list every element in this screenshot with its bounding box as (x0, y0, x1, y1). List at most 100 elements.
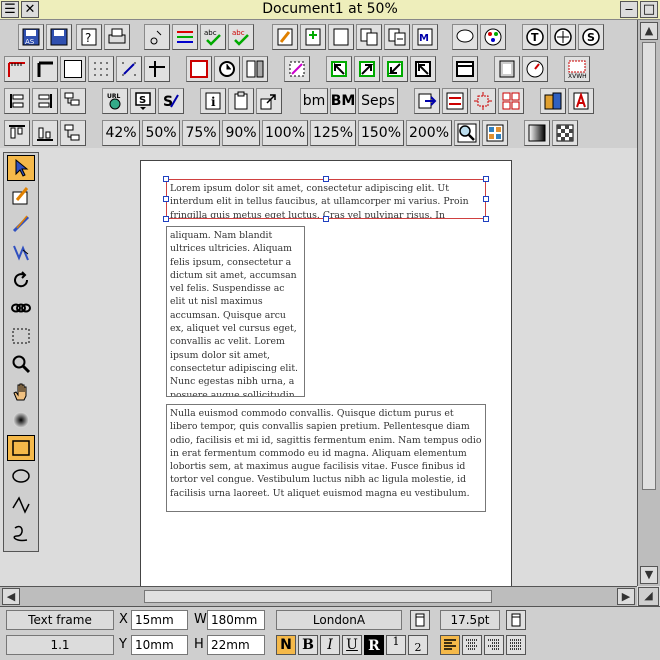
align-tl-icon[interactable] (326, 56, 352, 82)
align-left-icon[interactable] (440, 635, 460, 655)
style-subscript-button[interactable]: 2 (408, 635, 428, 655)
style-edit-icon[interactable]: S (158, 88, 184, 114)
new-page-icon[interactable] (300, 24, 326, 50)
x-input[interactable]: 15mm (131, 610, 188, 630)
resize-icon[interactable] (256, 88, 282, 114)
zoom-125-button[interactable]: 125% (310, 120, 356, 146)
save-icon[interactable] (46, 24, 72, 50)
zoom-tool-icon[interactable] (454, 120, 480, 146)
spell-check-icon[interactable]: abc (200, 24, 226, 50)
style-underline-button[interactable]: U (342, 635, 362, 655)
zoom-200-button[interactable]: 200% (406, 120, 452, 146)
export-icon[interactable] (414, 88, 440, 114)
guides-icon[interactable] (144, 56, 170, 82)
colour-lines-icon[interactable] (172, 24, 198, 50)
font-name-field[interactable]: LondonA (276, 610, 402, 630)
zoom-90-button[interactable]: 90% (222, 120, 260, 146)
checker-icon[interactable] (552, 120, 578, 146)
iconise-icon[interactable]: ‒ (620, 1, 638, 18)
style-normal-button[interactable]: N (276, 635, 296, 655)
zoom-42-button[interactable]: 42% (102, 120, 140, 146)
film-icon[interactable] (494, 56, 520, 82)
master-page-icon[interactable]: M (412, 24, 438, 50)
magnifier-tool-icon[interactable] (7, 351, 35, 377)
zoom-150-button[interactable]: 150% (358, 120, 404, 146)
font-menu-icon[interactable] (410, 610, 430, 630)
ellipse-tool-icon[interactable] (7, 463, 35, 489)
clipboard-icon[interactable] (228, 88, 254, 114)
style-italic-button[interactable]: I (320, 635, 340, 655)
align-justify-icon[interactable] (506, 635, 526, 655)
link-frames-icon[interactable] (214, 56, 240, 82)
resize-corner-icon[interactable]: ◢ (638, 587, 659, 606)
zoom-100-button[interactable]: 100% (262, 120, 308, 146)
text-frame-wide[interactable]: Nulla euismod commodo convallis. Quisque… (166, 404, 486, 512)
snap-grid-icon[interactable] (116, 56, 142, 82)
comment-icon[interactable] (452, 24, 478, 50)
help-icon[interactable]: ? (76, 24, 102, 50)
zoom-75-button[interactable]: 75% (182, 120, 220, 146)
page-icon[interactable] (328, 24, 354, 50)
handle-tl[interactable] (163, 176, 169, 182)
info-icon[interactable]: i (200, 88, 226, 114)
style-s-icon[interactable]: S (578, 24, 604, 50)
zoom-50-button[interactable]: 50% (142, 120, 180, 146)
navigate-icon[interactable] (550, 24, 576, 50)
crop-icon[interactable] (470, 88, 496, 114)
style-superscript-button[interactable]: 1 (386, 635, 406, 655)
chain-tool-icon[interactable] (7, 295, 35, 321)
url-globe-icon[interactable]: URL (102, 88, 128, 114)
text-style-icon[interactable]: T (522, 24, 548, 50)
toggle-size-icon[interactable]: □ (640, 1, 658, 18)
select-tool-icon[interactable] (7, 155, 35, 181)
horizontal-scrollbar[interactable]: ◀ ▶ (0, 586, 637, 606)
text-flow-icon[interactable] (242, 56, 268, 82)
print-icon[interactable] (104, 24, 130, 50)
swap-icon[interactable] (442, 88, 468, 114)
handle-bm[interactable] (323, 216, 329, 222)
handle-bl[interactable] (163, 216, 169, 222)
align-br-icon[interactable] (410, 56, 436, 82)
link-tool-icon[interactable] (7, 211, 35, 237)
align-bl-icon[interactable] (382, 56, 408, 82)
align-right-icon[interactable] (484, 635, 504, 655)
vertical-scrollbar[interactable]: ▲ ▼ (637, 20, 660, 586)
style-dropdown-icon[interactable]: S (130, 88, 156, 114)
seps-button[interactable]: Seps (358, 88, 398, 114)
handle-ml[interactable] (163, 196, 169, 202)
save-as-icon[interactable]: AS (18, 24, 44, 50)
style-bold-button[interactable]: B (298, 635, 318, 655)
radial-fill-tool-icon[interactable] (7, 407, 35, 433)
align-centre-icon[interactable] (462, 635, 482, 655)
scroll-down-icon[interactable]: ▼ (640, 566, 658, 584)
size-menu-icon[interactable] (506, 610, 526, 630)
handle-tr[interactable] (483, 176, 489, 182)
handle-mr[interactable] (483, 196, 489, 202)
pdf-icon[interactable] (568, 88, 594, 114)
books-icon[interactable] (540, 88, 566, 114)
gradient-icon[interactable] (524, 120, 550, 146)
object-icon[interactable] (144, 24, 170, 50)
BM-button[interactable]: BM (330, 88, 356, 114)
vertical-scroll-thumb[interactable] (642, 42, 656, 490)
h-input[interactable]: 22mm (207, 635, 265, 655)
scroll-left-icon[interactable]: ◀ (2, 588, 20, 605)
document-page[interactable]: Lorem ipsum dolor sit amet, consectetur … (140, 160, 512, 586)
rotate-tool-icon[interactable] (7, 267, 35, 293)
scroll-up-icon[interactable]: ▲ (640, 22, 658, 40)
copy-page-icon[interactable] (356, 24, 382, 50)
align-top-icon[interactable] (4, 120, 30, 146)
rectangle-tool-icon[interactable] (7, 435, 35, 461)
move-page-icon[interactable] (384, 24, 410, 50)
rulers-icon[interactable] (4, 56, 30, 82)
marquee-tool-icon[interactable] (7, 323, 35, 349)
text-frame-tool-icon[interactable] (7, 183, 35, 209)
handle-tm[interactable] (323, 176, 329, 182)
colour-palette-icon[interactable] (480, 24, 506, 50)
align-tr-icon[interactable] (354, 56, 380, 82)
node-edit-tool-icon[interactable] (7, 239, 35, 265)
window-icon[interactable] (452, 56, 478, 82)
font-size-field[interactable]: 17.5pt (440, 610, 500, 630)
document-workspace[interactable]: Lorem ipsum dolor sit amet, consectetur … (40, 150, 637, 586)
distribute-v-icon[interactable] (32, 88, 58, 114)
